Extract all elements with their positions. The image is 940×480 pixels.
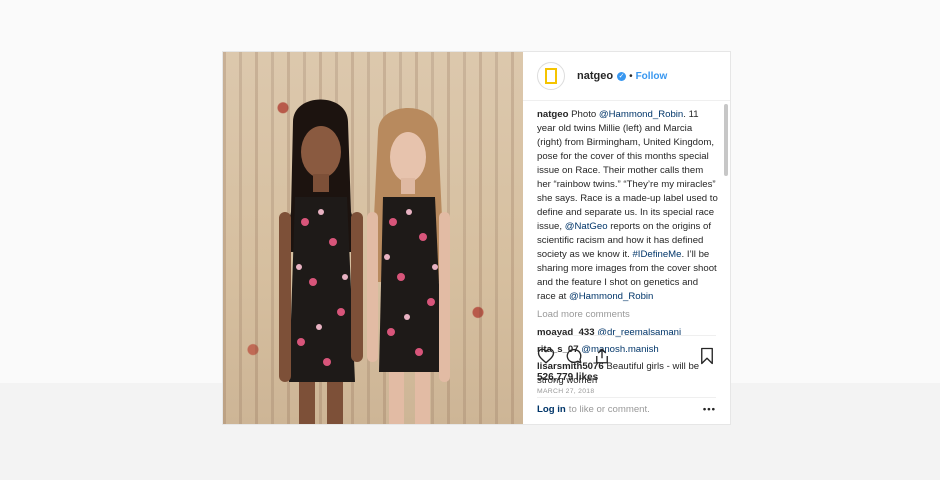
comment-icon[interactable] [565, 347, 583, 365]
post-photo[interactable] [223, 52, 523, 424]
caption-text: Photo [568, 109, 599, 120]
post-actions: 526,779 likes MARCH 27, 2018 [537, 335, 716, 395]
post-caption: natgeo Photo @Hammond_Robin. 11 year old… [537, 108, 718, 304]
separator-dot: • [629, 70, 633, 82]
action-icons [537, 344, 716, 368]
login-link[interactable]: Log in [537, 404, 566, 415]
post-date: MARCH 27, 2018 [537, 388, 595, 395]
caption-mention[interactable]: @Hammond_Robin [599, 109, 683, 120]
share-icon[interactable] [593, 347, 611, 365]
login-prompt-text: to like or comment. [568, 404, 650, 415]
follow-button[interactable]: Follow [636, 71, 668, 82]
caption-text: . 11 year old twins Millie (left) and Ma… [537, 109, 718, 232]
twins-illustration [279, 99, 450, 424]
header-username[interactable]: natgeo [577, 70, 613, 82]
natgeo-logo-icon [545, 68, 557, 84]
more-options-icon[interactable]: ••• [703, 404, 716, 415]
heart-icon[interactable] [537, 347, 555, 365]
likes-count[interactable]: 526,779 likes [537, 372, 716, 383]
avatar[interactable] [537, 62, 565, 90]
caption-mention[interactable]: @Hammond_Robin [569, 291, 653, 302]
caption-username[interactable]: natgeo [537, 109, 568, 120]
post-footer: Log in to like or comment. ••• [537, 397, 716, 415]
post-card: natgeo ✓ • Follow natgeo Photo @Hammond_… [222, 51, 731, 425]
load-more-comments-button[interactable]: Load more comments [537, 308, 718, 322]
bookmark-icon[interactable] [698, 347, 716, 365]
caption-mention[interactable]: @NatGeo [565, 221, 608, 232]
comments-scrollbar[interactable] [724, 104, 728, 176]
post-sidebar: natgeo ✓ • Follow natgeo Photo @Hammond_… [523, 52, 730, 424]
caption-hashtag[interactable]: #IDefineMe [632, 249, 681, 260]
post-header: natgeo ✓ • Follow [523, 52, 730, 101]
verified-badge-icon: ✓ [617, 71, 627, 81]
